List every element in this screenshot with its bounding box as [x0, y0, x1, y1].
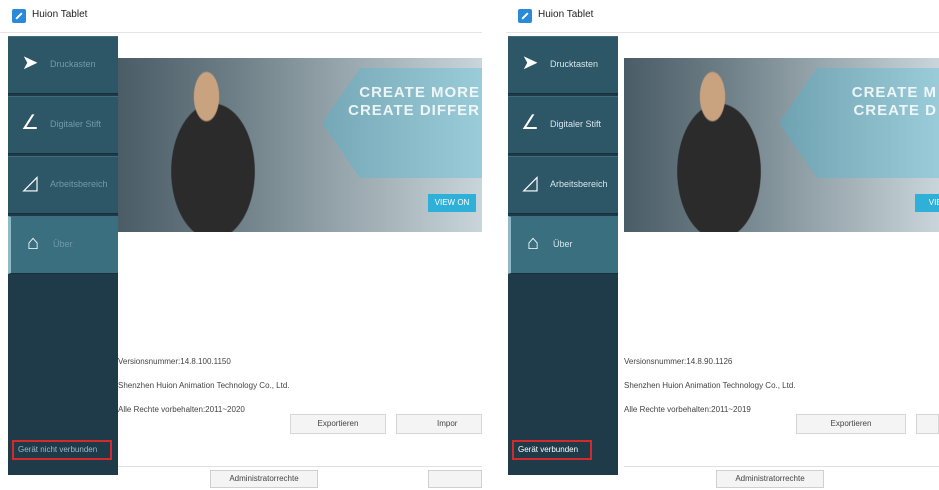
footer-divider [624, 466, 939, 467]
promo-banner: CREATE MORE CREATE DIFFER VIEW ON [118, 58, 482, 232]
copyright: Alle Rechte vorbehalten:2011~2019 [624, 405, 751, 414]
sidebar-item-druckasten[interactable]: ➤ Druckasten [8, 36, 118, 94]
send-icon: ➤ [21, 52, 39, 74]
sidebar-item-workarea[interactable]: ◿ Arbeitsbereich [8, 156, 118, 214]
admin-rights-button[interactable]: Administratorrechte [716, 470, 824, 488]
title-bar: Huion Tablet [0, 0, 482, 33]
sidebar-item-about[interactable]: ⌂ Über [508, 216, 618, 274]
about-info: Versionsnummer:14.8.90.1126 Shenzhen Hui… [624, 350, 796, 422]
window-left: Huion Tablet ➤ Druckasten ∠ Digitaler St… [0, 0, 482, 490]
sidebar-item-digital-pen[interactable]: ∠ Digitaler Stift [8, 96, 118, 154]
banner-view-button[interactable]: VIEW [915, 194, 939, 212]
title-bar: Huion Tablet [506, 0, 939, 33]
banner-view-button[interactable]: VIEW ON [428, 194, 476, 212]
sidebar-item-label: Arbeitsbereich [550, 179, 608, 189]
sidebar-item-label: Über [53, 239, 73, 249]
sidebar-item-about[interactable]: ⌂ Über [8, 216, 118, 274]
pen-icon: ∠ [521, 112, 539, 134]
banner-image [654, 66, 784, 232]
app-icon [12, 9, 26, 23]
export-button[interactable]: Exportieren [796, 414, 906, 434]
banner-slogan: CREATE M CREATE D [851, 84, 937, 119]
version-number: Versionsnummer:14.8.90.1126 [624, 357, 733, 366]
sidebar-item-label: Druckasten [50, 59, 96, 69]
sidebar: ➤ Drucktasten ∠ Digitaler Stift ◿ Arbeit… [508, 36, 618, 475]
area-icon: ◿ [22, 172, 38, 194]
company-name: Shenzhen Huion Animation Technology Co.,… [624, 381, 796, 390]
banner-slogan: CREATE MORE CREATE DIFFER [348, 84, 480, 119]
window-right: Huion Tablet ➤ Drucktasten ∠ Digitaler S… [506, 0, 939, 490]
device-status: Gerät verbunden [512, 440, 592, 460]
app-icon [518, 9, 532, 23]
footer-divider [118, 466, 482, 467]
import-button[interactable] [916, 414, 939, 434]
about-info: Versionsnummer:14.8.100.1150 Shenzhen Hu… [118, 350, 290, 422]
footer-button[interactable] [428, 470, 482, 488]
company-name: Shenzhen Huion Animation Technology Co.,… [118, 381, 290, 390]
banner-image [148, 66, 278, 232]
copyright: Alle Rechte vorbehalten:2011~2020 [118, 405, 245, 414]
sidebar: ➤ Druckasten ∠ Digitaler Stift ◿ Arbeits… [8, 36, 118, 475]
sidebar-item-label: Drucktasten [550, 59, 599, 69]
pen-icon: ∠ [21, 112, 39, 134]
send-icon: ➤ [521, 52, 539, 74]
app-title: Huion Tablet [32, 9, 88, 20]
sidebar-item-label: Arbeitsbereich [50, 179, 108, 189]
device-status: Gerät nicht verbunden [12, 440, 112, 460]
sidebar-item-label: Über [553, 239, 573, 249]
home-icon: ⌂ [26, 232, 40, 254]
app-title: Huion Tablet [538, 9, 594, 20]
version-number: Versionsnummer:14.8.100.1150 [118, 357, 231, 366]
import-button[interactable]: Impor [396, 414, 482, 434]
home-icon: ⌂ [526, 232, 540, 254]
sidebar-item-digital-pen[interactable]: ∠ Digitaler Stift [508, 96, 618, 154]
sidebar-item-workarea[interactable]: ◿ Arbeitsbereich [508, 156, 618, 214]
area-icon: ◿ [522, 172, 538, 194]
promo-banner: CREATE M CREATE D VIEW [624, 58, 939, 232]
sidebar-item-drucktasten[interactable]: ➤ Drucktasten [508, 36, 618, 94]
sidebar-item-label: Digitaler Stift [550, 119, 602, 129]
export-button[interactable]: Exportieren [290, 414, 386, 434]
admin-rights-button[interactable]: Administratorrechte [210, 470, 318, 488]
sidebar-item-label: Digitaler Stift [50, 119, 102, 129]
